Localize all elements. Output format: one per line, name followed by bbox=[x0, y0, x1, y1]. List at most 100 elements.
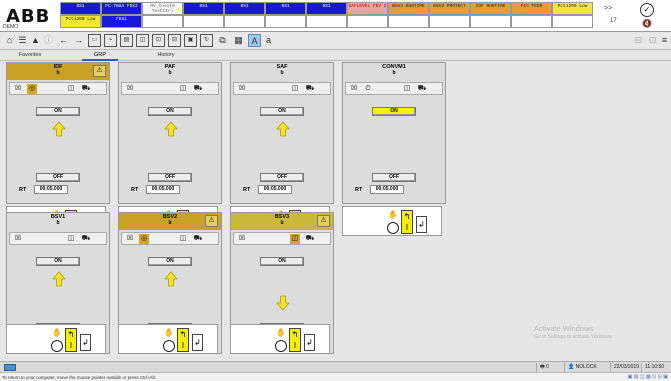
alarm-cell[interactable]: FC-7BSA FDX2 bbox=[101, 2, 142, 15]
rotate-icon[interactable]: ↻ bbox=[200, 34, 213, 47]
off-command-icon[interactable] bbox=[163, 340, 175, 352]
warning-icon[interactable]: ⚠ bbox=[93, 65, 106, 77]
auto-mode-button[interactable]: ↰I bbox=[289, 328, 301, 352]
interlock-icon[interactable]: ◫ bbox=[178, 234, 188, 244]
alarm-cell[interactable]: Pct1200 Low bbox=[60, 15, 101, 28]
alarm-cell[interactable]: FDX1 bbox=[101, 15, 142, 28]
off-button[interactable]: OFF bbox=[260, 173, 304, 182]
alert-icon[interactable]: ▲ bbox=[29, 34, 42, 47]
alarm-cell[interactable]: FIC FEDR bbox=[511, 2, 552, 15]
workplace-icon[interactable]: ⧉ bbox=[216, 34, 229, 47]
alarm-cell[interactable]: Pct1200 Low bbox=[552, 2, 593, 15]
checkbox-icon[interactable]: ☒ bbox=[237, 84, 247, 94]
checkbox-icon[interactable]: ☒ bbox=[13, 234, 23, 244]
alarm-cell[interactable]: 0S1 bbox=[306, 2, 347, 15]
alarm-cell[interactable]: 0S1 bbox=[183, 2, 224, 15]
back-icon[interactable]: ← bbox=[57, 34, 70, 47]
window-icon[interactable]: ▦ bbox=[232, 34, 245, 47]
alarm-cell-empty[interactable] bbox=[265, 15, 306, 28]
faceplate-header[interactable]: BSV2 b ⚠ bbox=[119, 213, 221, 230]
checkbox-icon[interactable]: ☒ bbox=[237, 234, 247, 244]
minimize-icon[interactable]: ⊟ bbox=[632, 34, 645, 47]
alarm-cell[interactable]: 0S1 bbox=[60, 2, 101, 15]
warning-icon[interactable]: ⚠ bbox=[205, 215, 218, 227]
hand-icon[interactable]: ✋ bbox=[51, 327, 63, 339]
mode-icon[interactable]: ⛟ bbox=[304, 234, 316, 244]
alarm-cell-empty[interactable] bbox=[142, 15, 183, 28]
interlock-icon[interactable]: ◫ bbox=[290, 84, 300, 94]
font-a-icon[interactable]: A bbox=[248, 34, 261, 47]
interlock-icon[interactable]: ◫ bbox=[402, 84, 412, 94]
off-button[interactable]: OFF bbox=[36, 173, 80, 182]
tab-grp[interactable]: GRP bbox=[82, 50, 118, 61]
checkbox-icon[interactable]: ☒ bbox=[125, 84, 135, 94]
speaker-mute-icon[interactable]: 🔇 bbox=[642, 19, 652, 28]
off-command-icon[interactable] bbox=[275, 340, 287, 352]
graphics-edit-icon[interactable]: ⊟ bbox=[168, 34, 181, 47]
alarm-cell[interactable]: 0S1 bbox=[265, 2, 306, 15]
alarm-cell-empty[interactable] bbox=[511, 15, 552, 28]
hand-icon[interactable]: ✋ bbox=[275, 327, 287, 339]
alarm-cell-empty[interactable] bbox=[388, 15, 429, 28]
trend-icon[interactable]: ⌁ bbox=[104, 34, 117, 47]
off-command-icon[interactable] bbox=[51, 340, 63, 352]
checkbox-icon[interactable]: ☒ bbox=[13, 84, 23, 94]
mode-icon[interactable]: ⛟ bbox=[416, 84, 428, 94]
faceplate-header[interactable]: CONVM1 b bbox=[343, 63, 445, 80]
off-button[interactable]: OFF bbox=[148, 173, 192, 182]
hand-icon[interactable]: ✋ bbox=[163, 327, 175, 339]
checkbox-icon[interactable]: ☒ bbox=[349, 84, 359, 94]
return-icon[interactable]: ↲ bbox=[304, 334, 315, 351]
home-icon[interactable]: ⌂ bbox=[3, 34, 16, 47]
alarm-cell-empty[interactable] bbox=[224, 15, 265, 28]
off-command-icon[interactable] bbox=[387, 222, 399, 234]
on-button[interactable]: ON bbox=[260, 107, 304, 116]
status-icon[interactable]: ◎ bbox=[27, 84, 37, 94]
mode-icon[interactable]: ⛟ bbox=[192, 234, 204, 244]
alarm-cell[interactable]: 0S1 bbox=[224, 2, 265, 15]
alarm-cell[interactable]: BSV3 PROTECT bbox=[429, 2, 470, 15]
menu-icon[interactable]: ≡ bbox=[658, 34, 671, 47]
interlock-icon[interactable]: ◫ bbox=[66, 234, 76, 244]
alarm-cell[interactable]: BSV3 RUNTIME bbox=[388, 2, 429, 15]
mode-icon[interactable]: ⛟ bbox=[192, 84, 204, 94]
alarm-cell-empty[interactable] bbox=[470, 15, 511, 28]
checkbox-icon[interactable]: ☒ bbox=[125, 234, 135, 244]
faceplate-icon[interactable]: ▤ bbox=[120, 34, 133, 47]
tab-history[interactable]: History bbox=[148, 50, 184, 61]
group-icon[interactable]: ◫ bbox=[136, 34, 149, 47]
hand-icon[interactable]: ✋ bbox=[387, 209, 399, 221]
interlock-icon[interactable]: ◫ bbox=[66, 84, 76, 94]
mode-icon[interactable]: ⛟ bbox=[80, 234, 92, 244]
alarm-cell-empty[interactable] bbox=[183, 15, 224, 28]
return-icon[interactable]: ↲ bbox=[80, 334, 91, 351]
on-button[interactable]: ON bbox=[36, 107, 80, 116]
info-icon[interactable]: ⓘ bbox=[42, 34, 55, 47]
auto-mode-button[interactable]: ↰I bbox=[65, 328, 77, 352]
faceplate-header[interactable]: PAF b bbox=[119, 63, 221, 80]
alarm-cell[interactable]: MV_Cosnt0 TestCtrl bbox=[142, 2, 183, 15]
warning-icon[interactable]: ⚠ bbox=[317, 215, 330, 227]
alarm-cell-empty[interactable] bbox=[429, 15, 470, 28]
auto-mode-button[interactable]: ↰I bbox=[177, 328, 189, 352]
alarm-cell-empty[interactable] bbox=[552, 15, 593, 28]
clock-icon[interactable]: ⏲ bbox=[363, 84, 373, 94]
return-icon[interactable]: ↲ bbox=[192, 334, 203, 351]
alarm-cell-empty[interactable] bbox=[306, 15, 347, 28]
return-icon[interactable]: ↲ bbox=[416, 216, 427, 233]
alarm-cell[interactable]: SAFLEVEL FDV 2 bbox=[347, 2, 388, 15]
tab-favorites[interactable]: Favorites bbox=[10, 50, 50, 61]
interlock-icon[interactable]: ◫ bbox=[290, 234, 300, 244]
font-a-small-icon[interactable]: a bbox=[262, 34, 275, 47]
expand-alarms-button[interactable]: >> bbox=[604, 5, 622, 15]
on-button[interactable]: ON bbox=[148, 107, 192, 116]
monitor-icon[interactable] bbox=[4, 364, 16, 371]
alarm-cell[interactable]: IDF RUNTIME bbox=[470, 2, 511, 15]
on-button[interactable]: ON bbox=[36, 257, 80, 266]
status-icon[interactable]: ◎ bbox=[139, 234, 149, 244]
display-icon[interactable]: ▭ bbox=[88, 34, 101, 47]
on-button[interactable]: ON bbox=[260, 257, 304, 266]
off-button[interactable]: OFF bbox=[372, 173, 416, 182]
auto-mode-button[interactable]: ↰I bbox=[401, 210, 413, 234]
interlock-icon[interactable]: ◫ bbox=[178, 84, 188, 94]
